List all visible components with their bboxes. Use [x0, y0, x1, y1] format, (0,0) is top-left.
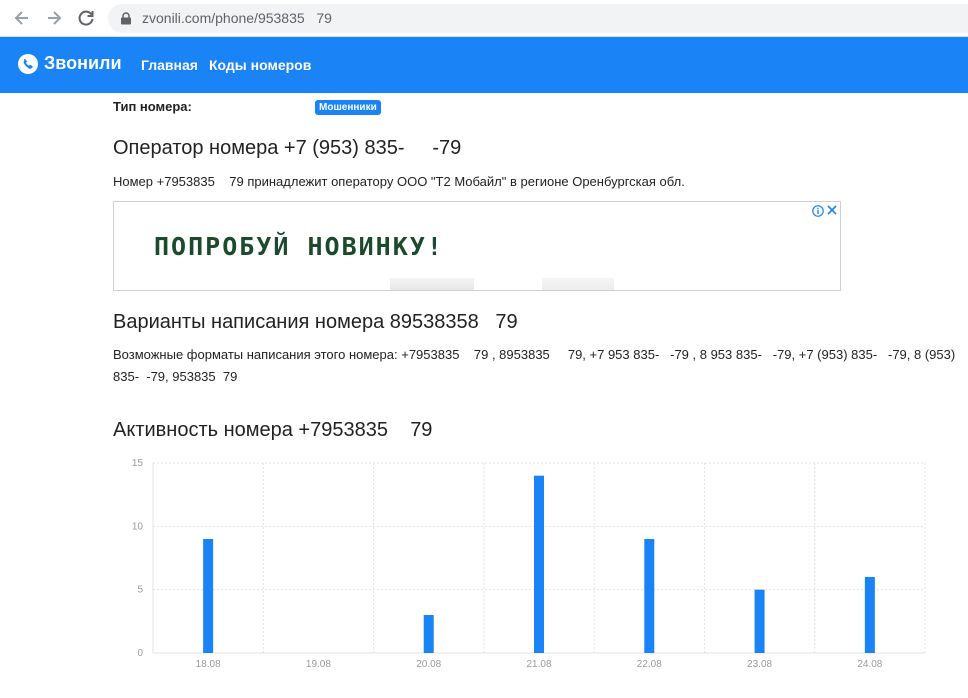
x-tick-label: 19.08	[306, 659, 331, 670]
number-type-label: Тип номера:	[113, 99, 192, 114]
number-type-row: Тип номера: Мошенники	[113, 97, 513, 115]
chart-bar	[203, 539, 214, 653]
variants-heading: Варианты написания номера 89538358 79	[113, 311, 518, 333]
y-tick-label: 10	[132, 521, 144, 532]
ad-image-fragment	[390, 278, 474, 290]
number-type-badge[interactable]: Мошенники	[315, 100, 381, 115]
chart-bar	[644, 539, 655, 653]
ad-info-icon[interactable]	[812, 204, 824, 217]
nav-link-home[interactable]: Главная	[141, 57, 198, 73]
site-logo[interactable]: Звонили	[18, 53, 122, 74]
ad-banner[interactable]: ПОПРОБУЙ НОВИНКУ!	[113, 201, 841, 291]
activity-chart-svg: 0 5 10 15 18.08 19.08 20.08 21.08 22.08 23.08 24.0…	[132, 458, 926, 670]
chart-bar	[754, 589, 765, 653]
y-tick-label: 15	[132, 458, 144, 469]
site-logo-text: Звонили	[44, 53, 122, 73]
chart-bar	[534, 475, 544, 653]
url-text[interactable]: zvonili.com/phone/953835 79	[142, 10, 332, 26]
browser-toolbar: zvonili.com/phone/953835 79	[0, 0, 968, 37]
ad-image-fragment	[542, 278, 614, 290]
activity-heading: Активность номера +7953835 79	[113, 419, 433, 441]
site-header: Звонили Главная Коды номеров	[0, 37, 968, 93]
reload-icon[interactable]	[76, 8, 96, 28]
variants-text: Возможные форматы написания этого номера…	[113, 347, 956, 384]
activity-chart: 0 5 10 15 18.08 19.08 20.08 21.08 22.08 23.08 24.0…	[113, 448, 968, 693]
lock-icon	[120, 12, 132, 25]
ad-close-icon[interactable]	[826, 203, 838, 215]
ad-text: ПОПРОБУЙ НОВИНКУ!	[154, 232, 444, 261]
x-tick-label: 24.08	[857, 659, 882, 670]
x-tick-label: 21.08	[526, 659, 551, 670]
address-bar[interactable]: zvonili.com/phone/953835 79	[108, 4, 968, 33]
forward-arrow-icon[interactable]	[44, 8, 64, 28]
back-arrow-icon[interactable]	[12, 8, 32, 28]
phone-icon	[18, 53, 38, 74]
operator-heading: Оператор номера +7 (953) 835- -79	[113, 137, 462, 159]
nav-link-codes[interactable]: Коды номеров	[209, 57, 311, 73]
chart-bar	[423, 615, 434, 653]
x-tick-label: 20.08	[416, 659, 441, 670]
y-tick-label: 0	[137, 648, 143, 659]
chart-bar	[864, 577, 875, 653]
x-tick-label: 18.08	[196, 659, 221, 670]
operator-text: Номер +7953835 79 принадлежит оператору …	[113, 174, 685, 189]
x-tick-label: 23.08	[747, 659, 772, 670]
x-tick-label: 22.08	[637, 659, 662, 670]
y-tick-label: 5	[137, 585, 143, 596]
